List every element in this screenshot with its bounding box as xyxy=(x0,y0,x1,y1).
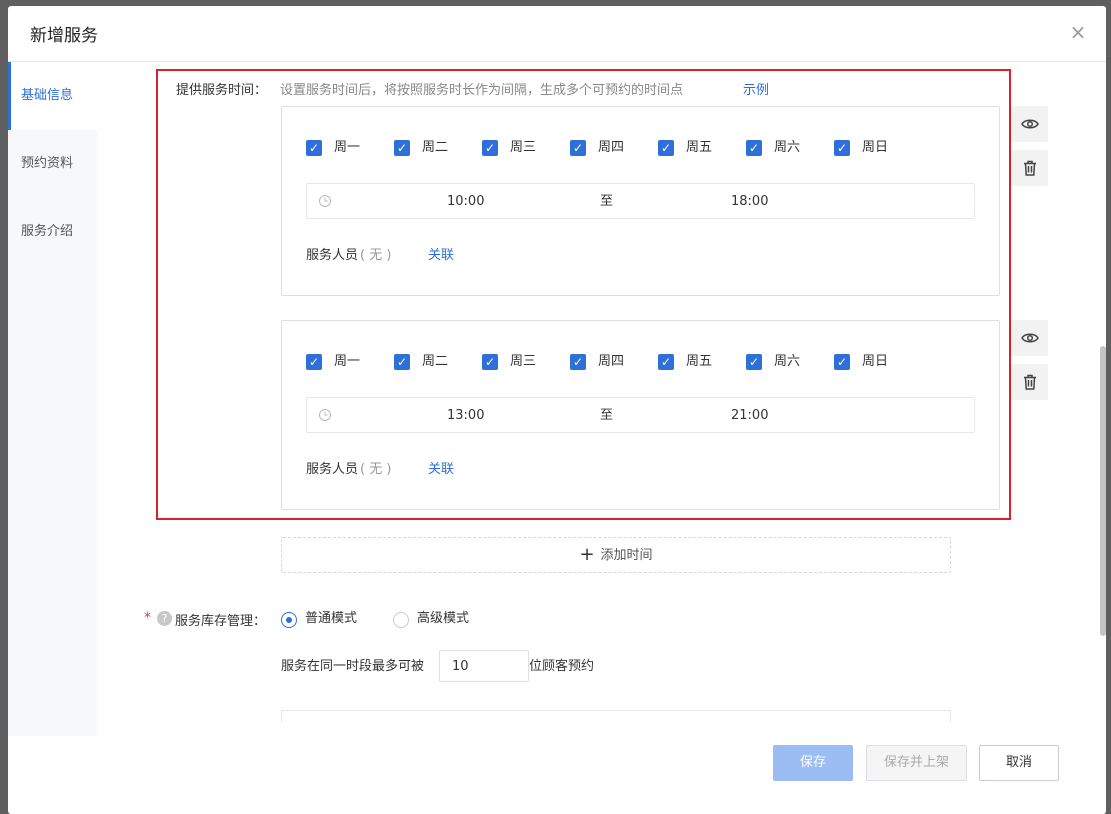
weekday-label: 周一 xyxy=(334,354,361,369)
save-and-publish-button[interactable]: 保存并上架 xyxy=(866,745,967,781)
add-service-dialog: 新增服务 × 基础信息 预约资料 服务介绍 提供服务时间： 设置服务时间后，将按… xyxy=(8,6,1106,814)
checkbox-checked-icon[interactable]: ✓ xyxy=(746,354,762,370)
capacity-prefix: 服务在同一时段最多可被 xyxy=(281,659,425,674)
sidebar-item-basic-info[interactable]: 基础信息 xyxy=(8,62,97,130)
required-mark: * xyxy=(144,610,151,626)
trash-icon xyxy=(1023,374,1036,390)
checkbox-checked-icon[interactable]: ✓ xyxy=(394,140,410,156)
staff-value: ( 无 ) xyxy=(360,248,392,263)
add-time-button[interactable]: + 添加时间 xyxy=(281,537,951,573)
sidebar-item-service-intro[interactable]: 服务介绍 xyxy=(8,198,97,266)
weekday-label: 周日 xyxy=(862,140,889,155)
weekday-label: 周三 xyxy=(510,354,537,369)
radio-advanced-mode[interactable] xyxy=(393,612,409,628)
dialog-title: 新增服务 xyxy=(30,26,98,46)
staff-label: 服务人员 xyxy=(306,462,359,477)
sidebar-item-booking-info[interactable]: 预约资料 xyxy=(8,130,97,198)
service-time-label: 提供服务时间： xyxy=(176,83,268,98)
delete-button[interactable] xyxy=(1011,150,1048,186)
clock-icon xyxy=(319,409,331,421)
add-time-label: 添加时间 xyxy=(600,548,653,563)
weekday-label: 周二 xyxy=(422,354,449,369)
save-button[interactable]: 保存 xyxy=(773,745,853,781)
normal-mode-label[interactable]: 普通模式 xyxy=(305,610,357,628)
checkbox-checked-icon[interactable]: ✓ xyxy=(658,140,674,156)
help-icon[interactable]: ? xyxy=(157,611,172,626)
time-range-picker[interactable]: 13:00 至 21:00 xyxy=(306,397,975,433)
weekday-label: 周四 xyxy=(598,354,625,369)
staff-label: 服务人员 xyxy=(306,248,359,263)
weekday-label: 周六 xyxy=(774,140,801,155)
link-staff-button[interactable]: 关联 xyxy=(428,461,454,479)
delete-button[interactable] xyxy=(1011,364,1048,400)
weekday-label: 周五 xyxy=(686,140,713,155)
checkbox-checked-icon[interactable]: ✓ xyxy=(306,140,322,156)
weekday-label: 周五 xyxy=(686,354,713,369)
checkbox-checked-icon[interactable]: ✓ xyxy=(658,354,674,370)
checkbox-checked-icon[interactable]: ✓ xyxy=(746,140,762,156)
service-time-hint: 设置服务时间后，将按照服务时长作为间隔，生成多个可预约的时间点 xyxy=(280,83,684,98)
time-separator: 至 xyxy=(600,408,614,423)
capacity-input[interactable] xyxy=(439,650,529,682)
plus-icon: + xyxy=(579,544,595,565)
end-time[interactable]: 18:00 xyxy=(731,193,768,211)
weekday-label: 周二 xyxy=(422,140,449,155)
checkbox-checked-icon[interactable]: ✓ xyxy=(394,354,410,370)
staff-row: 服务人员( 无 ) 关联 xyxy=(306,247,454,265)
eye-icon xyxy=(1020,119,1039,129)
checkbox-checked-icon[interactable]: ✓ xyxy=(834,140,850,156)
time-separator: 至 xyxy=(600,194,614,209)
end-time[interactable]: 21:00 xyxy=(731,407,768,425)
time-slot-card: ✓ 周一 ✓ 周二 ✓ 周三 ✓ 周四 ✓ 周五 ✓ 周六 ✓ 周日 10:00 至 18:0… xyxy=(281,106,1000,296)
preview-button[interactable] xyxy=(1011,320,1048,356)
capacity-suffix: 位顾客预约 xyxy=(529,659,595,674)
checkbox-checked-icon[interactable]: ✓ xyxy=(306,354,322,370)
checkbox-checked-icon[interactable]: ✓ xyxy=(570,140,586,156)
weekday-label: 周四 xyxy=(598,140,625,155)
preview-button[interactable] xyxy=(1011,106,1048,142)
example-link[interactable]: 示例 xyxy=(743,79,769,98)
staff-row: 服务人员( 无 ) 关联 xyxy=(306,461,454,479)
trash-icon xyxy=(1023,160,1036,176)
checkbox-checked-icon[interactable]: ✓ xyxy=(834,354,850,370)
weekday-label: 周六 xyxy=(774,354,801,369)
start-time[interactable]: 10:00 xyxy=(447,193,484,211)
side-nav: 基础信息 预约资料 服务介绍 xyxy=(8,62,97,736)
eye-icon xyxy=(1020,333,1039,343)
close-icon[interactable]: × xyxy=(1068,22,1088,42)
radio-normal-mode[interactable] xyxy=(281,612,297,628)
staff-value: ( 无 ) xyxy=(360,462,392,477)
cancel-button[interactable]: 取消 xyxy=(979,745,1059,781)
time-slot-card: ✓ 周一 ✓ 周二 ✓ 周三 ✓ 周四 ✓ 周五 ✓ 周六 ✓ 周日 13:00 至 21:0… xyxy=(281,320,1000,510)
checkbox-checked-icon[interactable]: ✓ xyxy=(570,354,586,370)
weekday-label: 周三 xyxy=(510,140,537,155)
scrollbar[interactable] xyxy=(1100,346,1106,636)
link-staff-button[interactable]: 关联 xyxy=(428,247,454,265)
inventory-label: 服务库存管理： xyxy=(175,614,267,629)
advanced-mode-label[interactable]: 高级模式 xyxy=(417,610,469,628)
weekday-label: 周日 xyxy=(862,354,889,369)
checkbox-checked-icon[interactable]: ✓ xyxy=(482,354,498,370)
dialog-header: 新增服务 × xyxy=(8,6,1106,62)
checkbox-checked-icon[interactable]: ✓ xyxy=(482,140,498,156)
weekday-label: 周一 xyxy=(334,140,361,155)
start-time[interactable]: 13:00 xyxy=(447,407,484,425)
time-range-picker[interactable]: 10:00 至 18:00 xyxy=(306,183,975,219)
clock-icon xyxy=(319,195,331,207)
